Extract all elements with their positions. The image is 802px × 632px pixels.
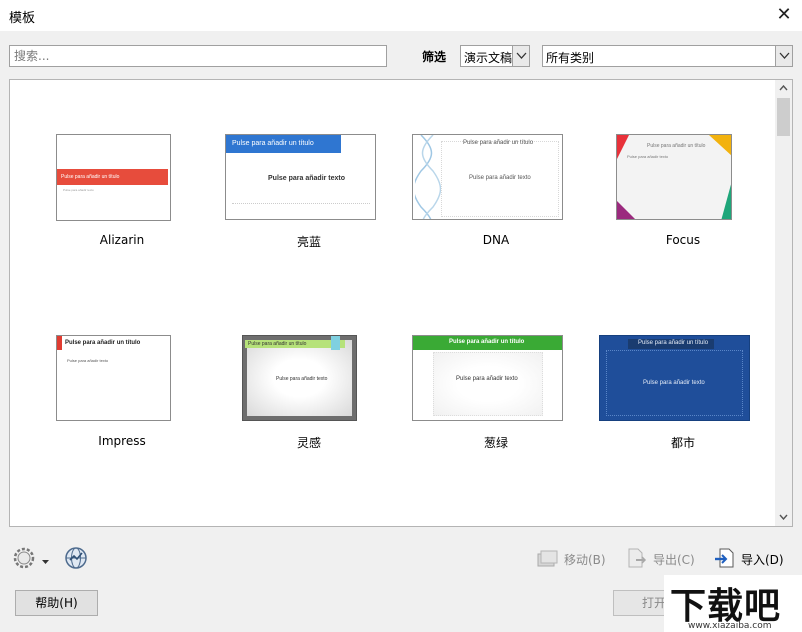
vertical-scrollbar[interactable]	[775, 80, 792, 526]
template-impress[interactable]: Pulse para añadir un título Pulse para a…	[34, 333, 210, 513]
template-name: DNA	[482, 233, 510, 247]
category-filter-select[interactable]: 所有类别	[542, 45, 793, 67]
template-thumbnail: Pulse para añadir un título Pulse para a…	[56, 335, 171, 421]
template-name: Alizarin	[99, 233, 145, 247]
type-filter-value: 演示文稿	[464, 51, 513, 65]
scrollbar-thumb[interactable]	[777, 98, 790, 136]
template-inspiration[interactable]: Pulse para añadir un título Pulse para a…	[221, 333, 397, 513]
search-input[interactable]	[9, 45, 387, 67]
template-focus[interactable]: Pulse para añadir un título Pulse para a…	[595, 132, 771, 312]
template-thumbnail: Pulse para añadir un título Pulse para a…	[616, 134, 732, 220]
help-button[interactable]: 帮助(H)	[15, 590, 98, 616]
dropdown-arrow-icon[interactable]	[42, 554, 49, 568]
dropdown-arrow-icon[interactable]	[775, 46, 792, 66]
watermark-url: www.xiazaiba.com	[688, 621, 772, 631]
template-thumbnail: Pulse para añadir un título Pulse para a…	[242, 335, 357, 421]
scroll-up-icon[interactable]	[775, 80, 792, 97]
move-label: 移动(B)	[564, 553, 606, 567]
template-name: 葱绿	[483, 436, 508, 450]
filter-label: 筛选	[422, 50, 447, 64]
move-icon	[537, 550, 558, 567]
export-label: 导出(C)	[653, 553, 695, 567]
template-thumbnail: Pulse para añadir un título Pulse para a…	[599, 335, 750, 421]
template-scallion-green[interactable]: Pulse para añadir un título Pulse para a…	[408, 333, 584, 513]
template-thumbnail: Pulse para añadir un título Pulse para a…	[56, 134, 171, 221]
gear-icon[interactable]	[12, 546, 36, 573]
template-name: 灵感	[296, 436, 321, 450]
template-thumbnail: Pulse para añadir un título Pulse para a…	[225, 134, 376, 220]
template-view: Pulse para añadir un título Pulse para a…	[9, 79, 793, 527]
template-thumbnail: Pulse para añadir un título Pulse para a…	[412, 134, 563, 220]
import-label: 导入(D)	[741, 553, 784, 567]
close-icon[interactable]: ✕	[772, 3, 796, 27]
dropdown-arrow-icon[interactable]	[512, 46, 529, 66]
template-dna[interactable]: Pulse para añadir un título Pulse para a…	[408, 132, 584, 312]
scroll-down-icon[interactable]	[775, 509, 792, 526]
template-city[interactable]: Pulse para añadir un título Pulse para a…	[595, 333, 771, 513]
category-filter-value: 所有类别	[546, 51, 595, 65]
import-icon	[715, 548, 734, 568]
title-bar: 模板 ✕	[0, 0, 802, 31]
template-bright-blue[interactable]: Pulse para añadir un título Pulse para a…	[221, 132, 397, 312]
globe-icon[interactable]	[64, 546, 88, 573]
template-name: Impress	[98, 434, 146, 448]
template-name: 亮蓝	[296, 235, 321, 249]
export-icon	[628, 548, 647, 568]
type-filter-select[interactable]: 演示文稿	[460, 45, 530, 67]
window-title: 模板	[9, 11, 36, 26]
template-thumbnail: Pulse para añadir un título Pulse para a…	[412, 335, 563, 421]
template-alizarin[interactable]: Pulse para añadir un título Pulse para a…	[34, 132, 210, 312]
watermark: 下载吧 www.xiazaiba.com	[664, 575, 802, 632]
template-name: Focus	[665, 233, 701, 247]
template-name: 都市	[670, 436, 695, 450]
